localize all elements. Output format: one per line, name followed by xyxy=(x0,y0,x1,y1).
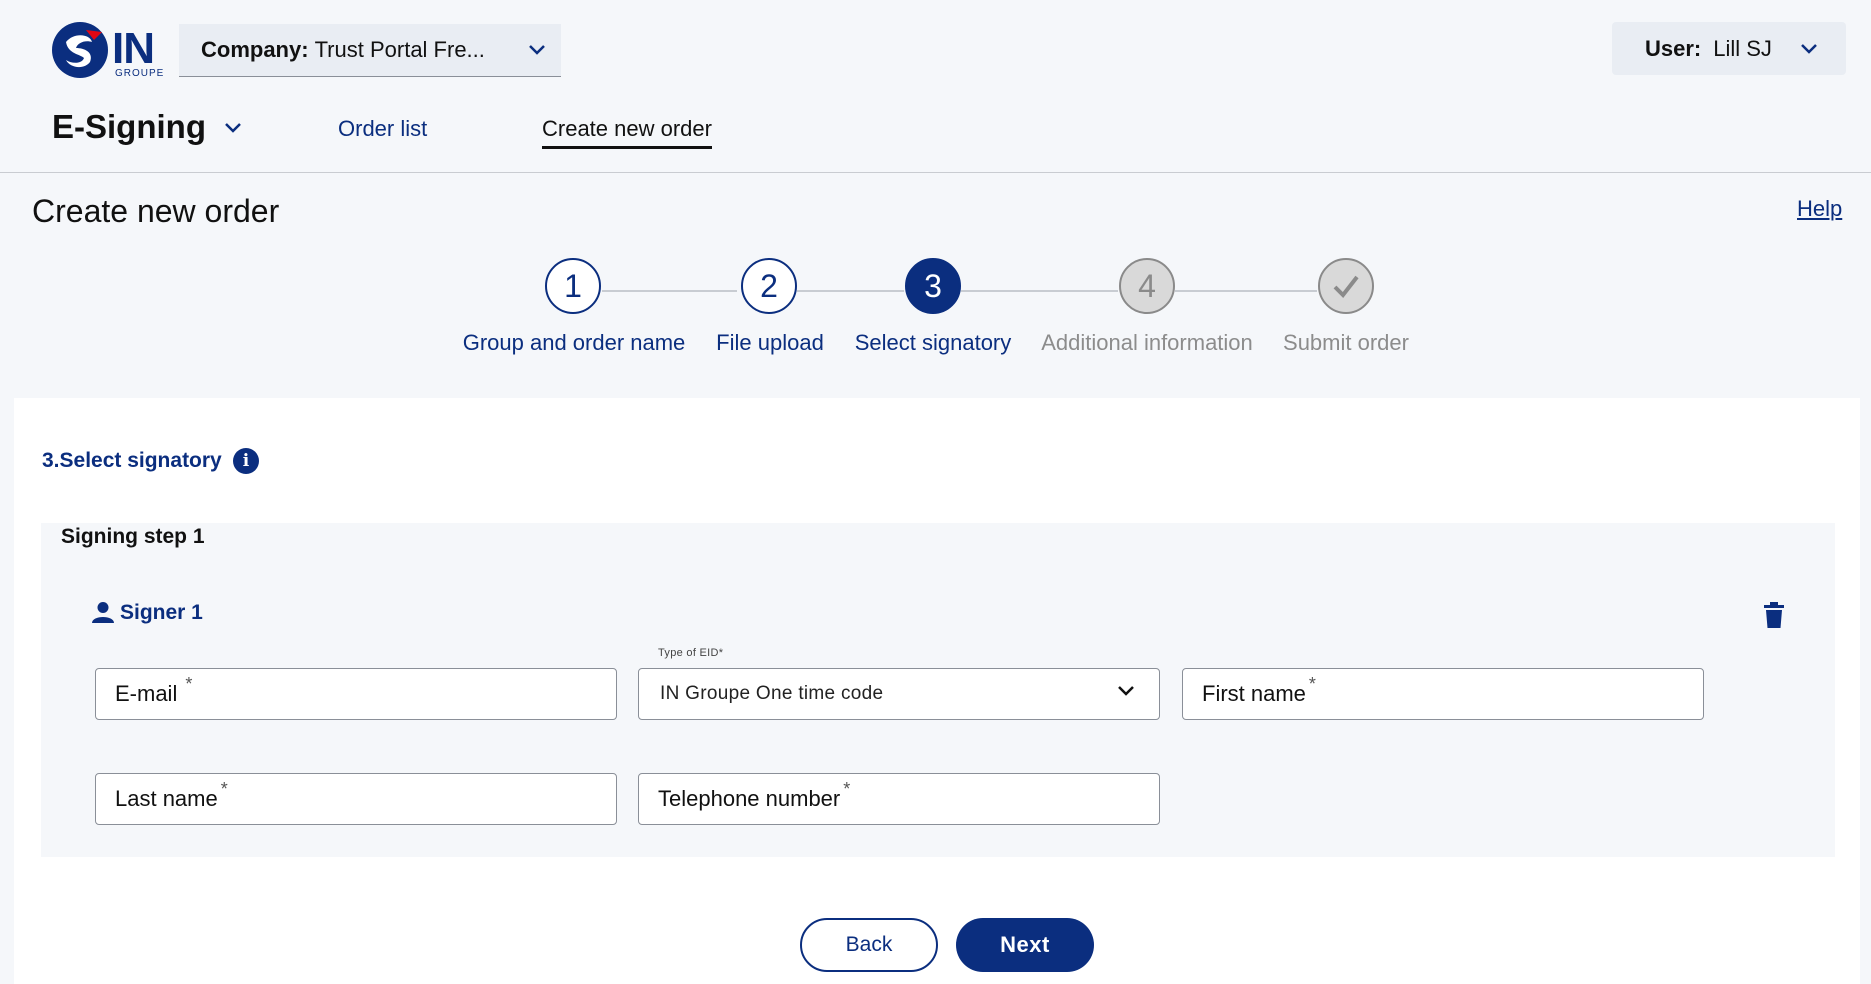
in-groupe-logo[interactable]: IN GROUPE xyxy=(50,20,170,79)
chevron-down-icon xyxy=(1118,686,1134,696)
required-mark: * xyxy=(220,778,228,799)
signer-label: Signer 1 xyxy=(120,601,203,624)
eid-type-value: IN Groupe One time code xyxy=(660,683,884,704)
telephone-field[interactable]: Telephone number * xyxy=(638,773,1160,825)
required-mark: * xyxy=(185,673,193,694)
step-3-circle: 3 xyxy=(905,258,961,314)
company-selector[interactable]: Company: Trust Portal Fre... xyxy=(179,24,561,77)
info-icon[interactable]: i xyxy=(233,448,259,474)
last-name-placeholder: Last name xyxy=(115,786,218,811)
step-5-circle xyxy=(1318,258,1374,314)
trash-icon[interactable] xyxy=(1764,602,1784,628)
app-switcher-chevron-icon[interactable] xyxy=(224,122,242,134)
step-2-label: File upload xyxy=(716,330,824,355)
step-4-circle: 4 xyxy=(1119,258,1175,314)
top-header: IN GROUPE Company: Trust Portal Fre... U… xyxy=(0,0,1871,173)
step-5-label: Submit order xyxy=(1283,330,1409,355)
eid-type-select[interactable]: IN Groupe One time code xyxy=(638,668,1160,720)
required-mark: * xyxy=(1308,673,1316,694)
company-value: Trust Portal Fre... xyxy=(314,37,485,62)
stepper-connector xyxy=(961,290,1118,292)
company-label: Company: xyxy=(201,37,309,62)
email-field[interactable]: E-mail * xyxy=(95,668,617,720)
help-link[interactable]: Help xyxy=(1797,196,1842,222)
telephone-placeholder: Telephone number xyxy=(658,786,841,811)
chevron-down-icon xyxy=(528,45,545,55)
first-name-field[interactable]: First name * xyxy=(1182,668,1704,720)
back-button[interactable]: Back xyxy=(800,918,938,972)
step-1-circle[interactable]: 1 xyxy=(545,258,601,314)
step-2-circle[interactable]: 2 xyxy=(741,258,797,314)
stepper-connector xyxy=(797,290,904,292)
stepper-connector xyxy=(1175,290,1317,292)
next-button[interactable]: Next xyxy=(956,918,1094,972)
stepper-connector xyxy=(602,290,737,292)
email-placeholder: E-mail xyxy=(115,681,178,706)
section-title: 3.Select signatory xyxy=(42,449,222,472)
checkmark-icon xyxy=(1333,275,1359,299)
user-icon xyxy=(92,602,114,623)
logo-emblem-icon xyxy=(52,22,108,78)
last-name-field[interactable]: Last name * xyxy=(95,773,617,825)
chevron-down-icon xyxy=(1801,43,1817,54)
step-4-label: Additional information xyxy=(1041,330,1253,355)
eid-type-label: Type of EID* xyxy=(658,647,724,659)
user-label: User: xyxy=(1645,35,1702,61)
first-name-placeholder: First name xyxy=(1202,681,1306,706)
step-3-label: Select signatory xyxy=(854,330,1012,355)
nav-create-new-order[interactable]: Create new order xyxy=(542,116,712,149)
nav-order-list[interactable]: Order list xyxy=(338,116,427,142)
logo-text: IN xyxy=(112,24,155,73)
step-1-label: Group and order name xyxy=(462,330,686,355)
app-title[interactable]: E-Signing xyxy=(52,108,206,146)
signing-step-title: Signing step 1 xyxy=(61,525,205,548)
logo-subtext: GROUPE xyxy=(115,68,165,79)
page-title: Create new order xyxy=(32,193,280,229)
user-menu[interactable]: User: Lill SJ xyxy=(1612,22,1846,75)
required-mark: * xyxy=(843,778,851,799)
user-value: Lill SJ xyxy=(1713,35,1772,61)
